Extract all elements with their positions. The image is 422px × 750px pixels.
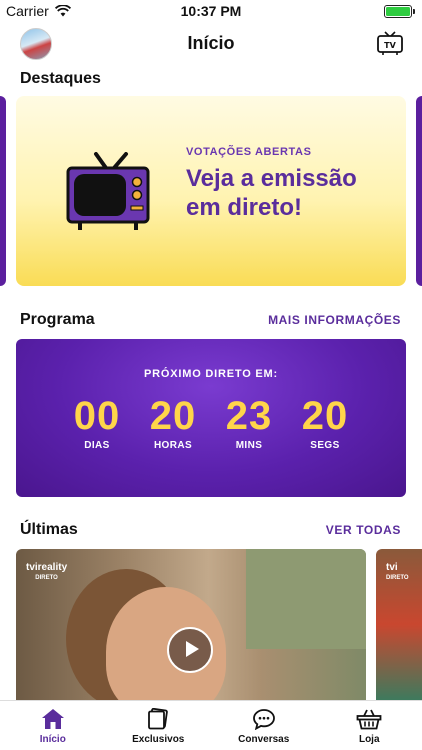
- status-time: 10:37 PM: [180, 3, 242, 19]
- tab-label: Exclusivos: [132, 734, 185, 745]
- tab-label: Conversas: [238, 734, 290, 745]
- channel-logo: tvi DIRETO: [386, 563, 409, 583]
- svg-text:TV: TV: [384, 41, 396, 50]
- countdown-days: 00 DIAS: [69, 393, 125, 451]
- countdown-value: 23: [225, 394, 273, 438]
- highlight-card-next[interactable]: [416, 96, 422, 286]
- video-card[interactable]: tvireality DIRETO: [16, 549, 366, 700]
- countdown-minutes: 23 MINS: [221, 393, 277, 451]
- channel-logo-text: tvi: [386, 562, 398, 573]
- highlights-title: Destaques: [20, 70, 101, 87]
- battery-icon: [384, 5, 415, 18]
- countdown-unit-label: HORAS: [153, 440, 193, 451]
- tab-home[interactable]: Início: [0, 701, 106, 750]
- nav-bar: Início TV: [0, 22, 422, 66]
- tab-label: Início: [39, 734, 66, 745]
- countdown-seconds: 20 SEGS: [297, 393, 353, 451]
- status-bar: Carrier 10:37 PM: [0, 0, 422, 22]
- more-info-link[interactable]: MAIS INFORMAÇÕES: [268, 313, 401, 327]
- channel-logo-sub: DIRETO: [386, 575, 409, 581]
- tab-label: Loja: [358, 734, 380, 745]
- countdown-value: 00: [73, 394, 121, 438]
- countdown-unit-label: SEGS: [310, 440, 340, 451]
- cards-icon: [148, 708, 169, 730]
- video-card[interactable]: tvi DIRETO: [376, 549, 422, 700]
- countdown-label: PRÓXIMO DIRETO EM:: [144, 368, 278, 380]
- tab-exclusives[interactable]: Exclusivos: [106, 701, 212, 750]
- countdown-unit-label: MINS: [235, 440, 263, 451]
- highlight-eyebrow: VOTAÇÕES ABERTAS: [186, 146, 312, 158]
- tab-shop[interactable]: Loja: [317, 701, 422, 750]
- highlight-headline: Veja a emissão em direto!: [186, 165, 357, 221]
- countdown-hours: 20 HORAS: [145, 393, 201, 451]
- countdown-value: 20: [301, 394, 349, 438]
- basket-icon: [356, 709, 382, 730]
- tab-bar: Início Exclusivos Conversas Loja: [0, 700, 422, 750]
- countdown-units: 00 DIAS 20 HORAS 23 MINS 20 SEGS: [16, 393, 406, 451]
- video-thumbnail-background: [246, 549, 366, 649]
- see-all-link[interactable]: VER TODAS: [326, 523, 401, 537]
- tv-icon[interactable]: TV: [376, 30, 404, 56]
- channel-logo-sub: DIRETO: [35, 575, 58, 581]
- program-title: Programa: [20, 311, 95, 328]
- highlight-card-previous[interactable]: [0, 96, 6, 286]
- home-icon: [41, 709, 64, 729]
- countdown-value: 20: [149, 394, 197, 438]
- tab-conversations[interactable]: Conversas: [211, 701, 317, 750]
- highlight-card[interactable]: VOTAÇÕES ABERTAS Veja a emissão em diret…: [16, 96, 406, 286]
- channel-logo: tvireality DIRETO: [26, 563, 67, 583]
- retro-tv-icon: [66, 152, 150, 230]
- chat-bubble-icon: [252, 709, 275, 730]
- latest-title: Últimas: [20, 521, 78, 538]
- channel-logo-text: tvireality: [26, 562, 68, 573]
- countdown-unit-label: DIAS: [84, 440, 110, 451]
- countdown-card: PRÓXIMO DIRETO EM: 00 DIAS 20 HORAS 23 M…: [16, 339, 406, 497]
- play-icon[interactable]: [167, 627, 213, 673]
- page-title: Início: [187, 33, 235, 53]
